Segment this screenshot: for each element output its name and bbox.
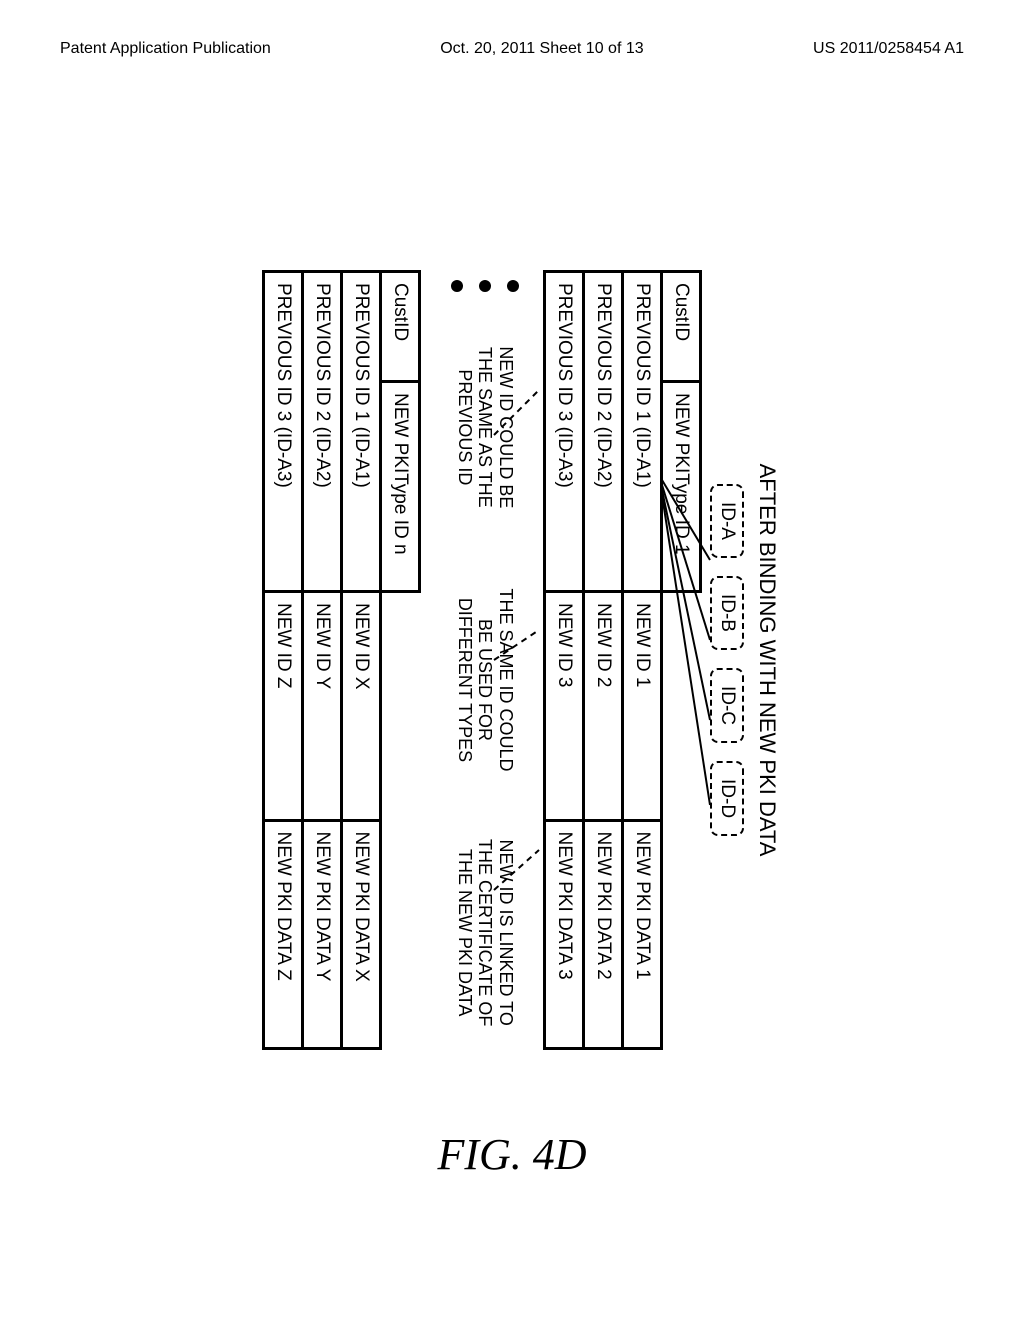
cell-pki-data: NEW PKI DATA X [342, 820, 381, 1049]
pki-table-1: CustID NEW PKIType ID 1 PREVIOUS ID 1 (I… [543, 270, 702, 1050]
header-right: US 2011/0258454 A1 [813, 40, 964, 58]
bullet-icon [451, 280, 463, 292]
table-header-row: CustID NEW PKIType ID 1 [662, 272, 701, 1049]
header-custid: CustID [662, 272, 701, 382]
tab-id-b: ID-B [710, 576, 744, 650]
table-row: PREVIOUS ID 3 (ID-A3) NEW ID 3 NEW PKI D… [545, 272, 584, 1049]
header-pkitype: NEW PKIType ID 1 [662, 382, 701, 592]
table-row: PREVIOUS ID 1 (ID-A1) NEW ID 1 NEW PKI D… [623, 272, 662, 1049]
tab-id-a: ID-A [710, 484, 744, 558]
table-row: PREVIOUS ID 3 (ID-A3) NEW ID Z NEW PKI D… [264, 272, 303, 1049]
cell-pki-data: NEW PKI DATA 3 [545, 820, 584, 1049]
header-pkitype: NEW PKIType ID n [381, 382, 420, 592]
figure-label: FIG. 4D [437, 1129, 586, 1180]
note-same-prev: NEW ID COULD BE THE SAME AS THE PREVIOUS… [454, 310, 516, 545]
cell-prev-id: PREVIOUS ID 3 (ID-A3) [264, 272, 303, 592]
cell-new-id: NEW ID 1 [623, 592, 662, 821]
cell-prev-id: PREVIOUS ID 1 (ID-A1) [623, 272, 662, 592]
cell-new-id: NEW ID 3 [545, 592, 584, 821]
note-same-types: THE SAME ID COULD BE USED FOR DIFFERENT … [454, 563, 516, 798]
table-header-row: CustID NEW PKIType ID n [381, 272, 420, 1049]
header-left: Patent Application Publication [60, 40, 271, 58]
tab-id-c: ID-C [710, 668, 744, 743]
header-custid: CustID [381, 272, 420, 382]
cell-new-id: NEW ID X [342, 592, 381, 821]
table-row: PREVIOUS ID 2 (ID-A2) NEW ID 2 NEW PKI D… [584, 272, 623, 1049]
cell-new-id: NEW ID Y [303, 592, 342, 821]
note-linked-cert: NEW ID IS LINKED TO THE CERTIFICATE OF T… [454, 815, 516, 1050]
cell-prev-id: PREVIOUS ID 3 (ID-A3) [545, 272, 584, 592]
cell-prev-id: PREVIOUS ID 2 (ID-A2) [584, 272, 623, 592]
cell-pki-data: NEW PKI DATA Y [303, 820, 342, 1049]
tabs-row: ID-A ID-B ID-C ID-D [710, 210, 744, 1110]
tab-id-d: ID-D [710, 761, 744, 836]
header-center: Oct. 20, 2011 Sheet 10 of 13 [440, 40, 643, 58]
cell-pki-data: NEW PKI DATA Z [264, 820, 303, 1049]
cell-new-id: NEW ID 2 [584, 592, 623, 821]
cell-prev-id: PREVIOUS ID 2 (ID-A2) [303, 272, 342, 592]
notes-row: NEW ID COULD BE THE SAME AS THE PREVIOUS… [451, 270, 519, 1050]
page-header: Patent Application Publication Oct. 20, … [0, 40, 1024, 58]
diagram-stage: AFTER BINDING WITH NEW PKI DATA ID-A ID-… [244, 210, 780, 1110]
bullet-icon [479, 280, 491, 292]
cell-new-id: NEW ID Z [264, 592, 303, 821]
cell-prev-id: PREVIOUS ID 1 (ID-A1) [342, 272, 381, 592]
cell-pki-data: NEW PKI DATA 1 [623, 820, 662, 1049]
bullet-icon [507, 280, 519, 292]
table-row: PREVIOUS ID 1 (ID-A1) NEW ID X NEW PKI D… [342, 272, 381, 1049]
bullets [451, 270, 519, 292]
diagram-title: AFTER BINDING WITH NEW PKI DATA [754, 210, 780, 1110]
cell-pki-data: NEW PKI DATA 2 [584, 820, 623, 1049]
pki-table-n: CustID NEW PKIType ID n PREVIOUS ID 1 (I… [262, 270, 421, 1050]
table-row: PREVIOUS ID 2 (ID-A2) NEW ID Y NEW PKI D… [303, 272, 342, 1049]
